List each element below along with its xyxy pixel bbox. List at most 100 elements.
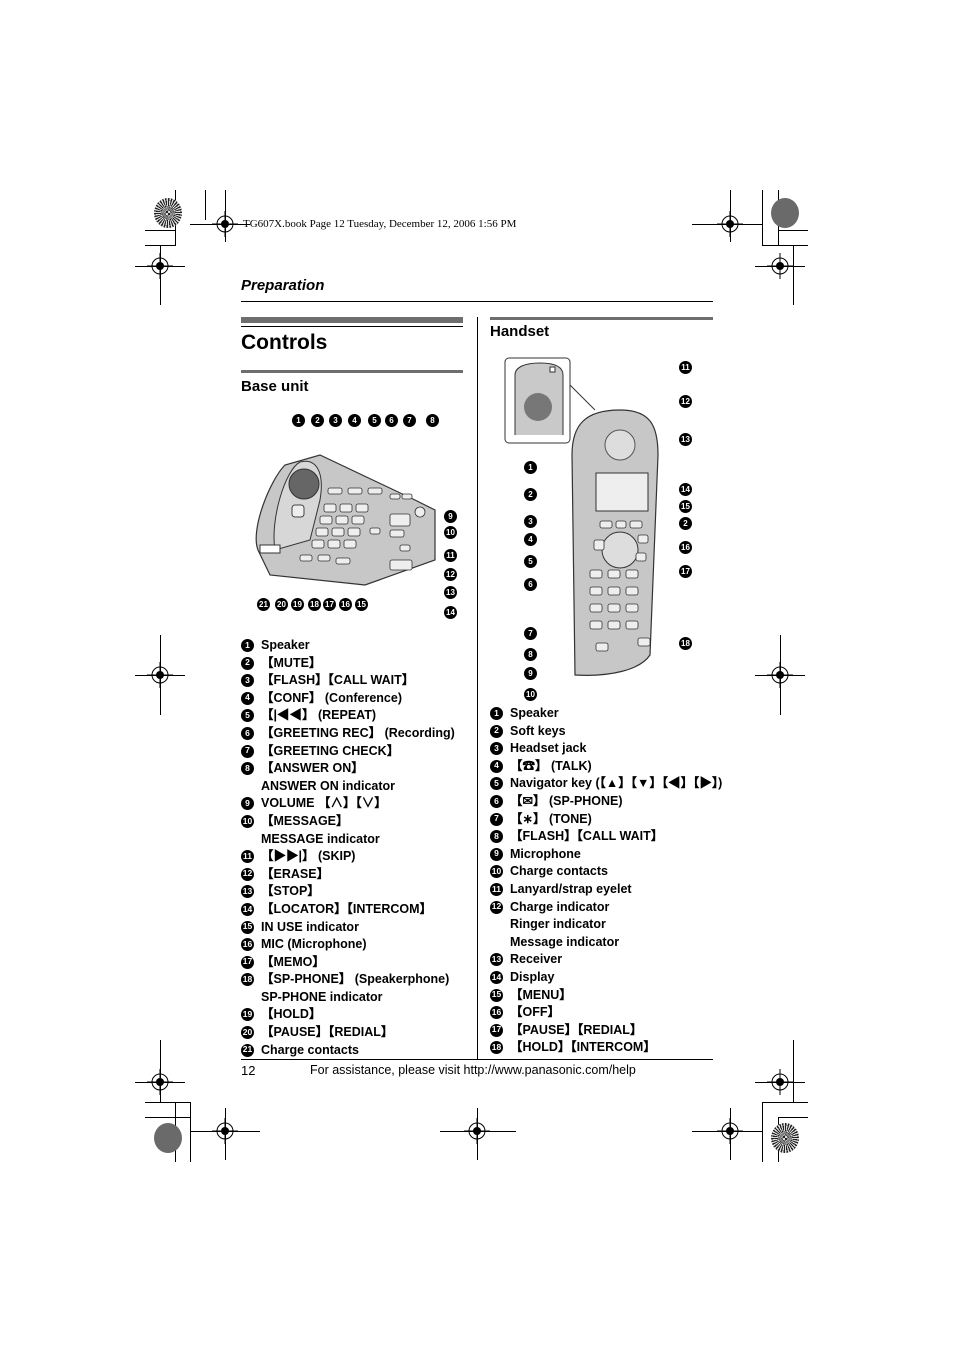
callout: 9 <box>524 667 537 680</box>
callout: 5 <box>524 555 537 568</box>
callout: 12 <box>444 568 457 581</box>
handset-heading: Handset <box>490 323 550 340</box>
item-number-badge: 11 <box>490 882 503 896</box>
list-item: 8 【FLASH】【CALL WAIT】 <box>490 828 722 846</box>
column-divider <box>477 317 478 1059</box>
base-unit-heading: Base unit <box>241 378 309 395</box>
list-item: 4 【☎】 (TALK) <box>490 758 722 776</box>
list-item: 9 VOLUME 【∧】【∨】 <box>241 795 455 813</box>
item-number-badge: 5 <box>490 777 503 791</box>
item-label: MIC (Microphone) <box>261 937 367 952</box>
callout: 3 <box>524 515 537 528</box>
callout: 20 <box>275 598 288 611</box>
item-number-badge: 1 <box>241 639 254 652</box>
item-number-badge: 19 <box>241 1008 254 1022</box>
list-item: 19 【HOLD】 <box>241 1006 455 1024</box>
list-item: 5 Navigator key (【▲】【▼】【◀】【▶】) <box>490 775 722 793</box>
item-label: IN USE indicator <box>261 919 359 934</box>
callout: 14 <box>679 483 692 496</box>
crop-line <box>160 635 161 715</box>
list-item: 10 Charge contacts <box>490 863 722 881</box>
item-label: 【LOCATOR】【INTERCOM】 <box>261 901 433 916</box>
callout: 13 <box>679 433 692 446</box>
subtitle-bar <box>241 370 463 373</box>
list-item: 7 【GREETING CHECK】 <box>241 743 455 761</box>
callout: 11 <box>679 361 692 374</box>
list-item: 6 【✉】 (SP-PHONE) <box>490 793 722 811</box>
item-label: 【FLASH】【CALL WAIT】 <box>261 673 415 688</box>
callout: 10 <box>444 526 457 539</box>
item-number-badge: 9 <box>490 847 503 861</box>
item-number-badge: 15 <box>490 988 503 1002</box>
item-number-badge: 10 <box>241 814 254 828</box>
item-number-badge: 15 <box>241 920 254 934</box>
callout: 4 <box>348 414 361 427</box>
callout: 7 <box>403 414 416 427</box>
item-label: 【▶▶|】 (SKIP) <box>261 849 356 864</box>
item-label: Speaker <box>261 638 310 652</box>
item-label: 【|◀◀】 (REPEAT) <box>261 708 377 723</box>
list-item: 1 Speaker <box>241 637 455 655</box>
callout: 6 <box>524 578 537 591</box>
item-number-badge: 21 <box>241 1043 254 1057</box>
item-label: Message indicator <box>510 934 620 949</box>
item-label: 【STOP】 <box>261 884 320 899</box>
callout: 5 <box>368 414 381 427</box>
list-item: 10 【MESSAGE】 MESSAGE indicator <box>241 813 455 848</box>
item-number-badge: 4 <box>241 691 254 705</box>
list-item: 17 【MEMO】 <box>241 954 455 972</box>
callout: 2 <box>524 488 537 501</box>
list-item: 14 Display <box>490 969 722 987</box>
item-label: 【SP-PHONE】 (Speakerphone) <box>261 972 450 987</box>
item-label: Headset jack <box>510 741 587 756</box>
callout: 18 <box>679 637 692 650</box>
list-item: 13 Receiver <box>490 951 722 969</box>
crop-line <box>755 1082 805 1083</box>
item-number-badge: 7 <box>241 744 254 758</box>
list-item: 6 【GREETING REC】 (Recording) <box>241 725 455 743</box>
item-number-badge: 2 <box>490 724 503 738</box>
item-number-badge: 2 <box>241 656 254 670</box>
item-label: 【CONF】 (Conference) <box>261 690 402 705</box>
list-item: 1 Speaker <box>490 705 722 723</box>
item-label: Ringer indicator <box>510 917 606 932</box>
item-number-badge: 1 <box>490 707 503 720</box>
callout: 12 <box>679 395 692 408</box>
list-item: 7 【∗】 (TONE) <box>490 811 722 829</box>
item-number-badge: 17 <box>490 1023 503 1037</box>
item-label: 【☎】 (TALK) <box>510 758 592 773</box>
item-number-badge: 14 <box>490 970 503 984</box>
item-number-badge: 7 <box>490 812 503 826</box>
section-title: Preparation <box>241 277 325 294</box>
list-item: 2 Soft keys <box>490 723 722 741</box>
callout: 21 <box>257 598 270 611</box>
item-label: 【FLASH】【CALL WAIT】 <box>510 829 664 844</box>
item-number-badge: 8 <box>490 830 503 844</box>
item-label: Speaker <box>510 706 559 720</box>
list-item: 11 Lanyard/strap eyelet <box>490 881 722 899</box>
item-number-badge: 9 <box>241 797 254 811</box>
list-item: 15 IN USE indicator <box>241 919 455 937</box>
item-label: Charge indicator <box>510 899 610 914</box>
callout: 2 <box>311 414 324 427</box>
callout: 17 <box>323 598 336 611</box>
callout: 13 <box>444 586 457 599</box>
list-item: 16 MIC (Microphone) <box>241 936 455 954</box>
callout: 16 <box>339 598 352 611</box>
crop-line <box>225 1108 226 1160</box>
item-number-badge: 6 <box>490 794 503 808</box>
calibration-disc <box>154 1123 182 1153</box>
item-label: 【GREETING CHECK】 <box>261 743 400 758</box>
item-label: 【HOLD】 <box>261 1007 322 1022</box>
callout: 6 <box>385 414 398 427</box>
callout: 15 <box>355 598 368 611</box>
item-number-badge: 18 <box>241 973 254 987</box>
item-label: 【✉】 (SP-PHONE) <box>510 793 623 808</box>
item-label: VOLUME 【∧】【∨】 <box>261 796 387 811</box>
list-item: 11 【▶▶|】 (SKIP) <box>241 848 455 866</box>
callout: 19 <box>291 598 304 611</box>
item-number-badge: 10 <box>490 865 503 879</box>
handset-bar <box>490 317 713 320</box>
handset-controls-list: 1 Speaker 2 Soft keys 3 Headset jack 4 【☎】 (TAL… <box>490 705 722 1057</box>
item-label: 【PAUSE】【REDIAL】 <box>261 1025 394 1040</box>
